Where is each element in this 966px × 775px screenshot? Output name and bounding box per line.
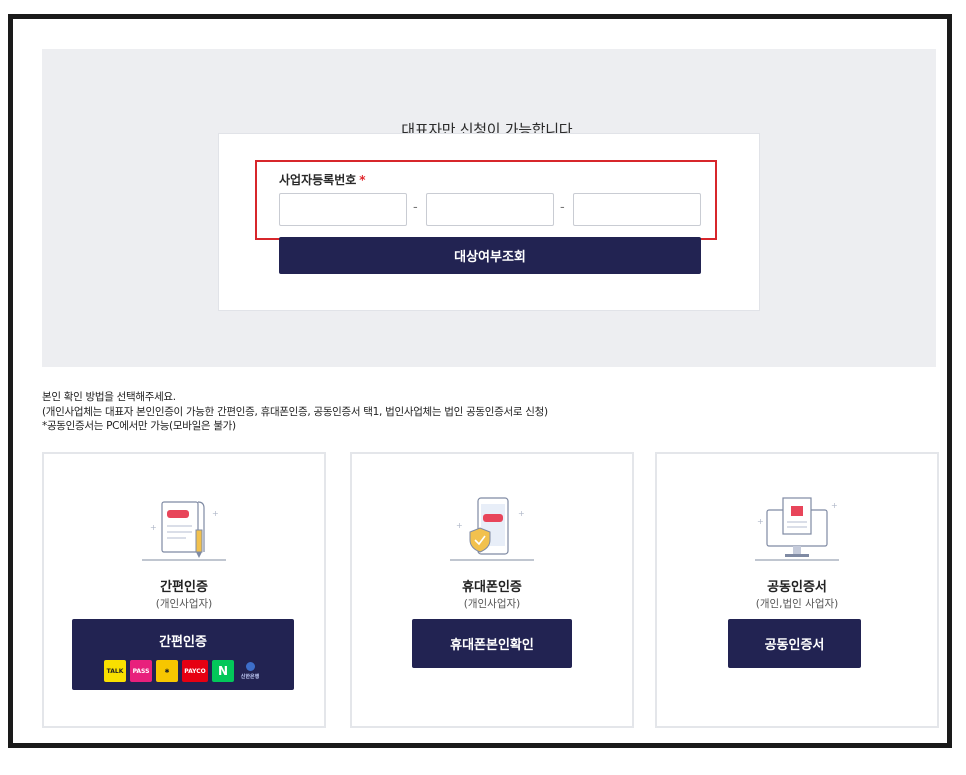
business-number-input-3[interactable] [573, 193, 701, 226]
naver-icon: N [212, 660, 234, 682]
certificate-auth-title: 공동인증서 [767, 580, 827, 595]
phone-shield-icon: + + [450, 497, 534, 561]
shinhan-icon: 신한은행 [238, 660, 262, 682]
instruction-line-2: (개인사업체는 대표자 본인인증이 가능한 간편인증, 휴대폰인증, 공동인증서… [42, 405, 548, 418]
instruction-line-1: 본인 확인 방법을 선택해주세요. [42, 391, 176, 403]
business-number-card: 사업자등록번호 * - - 대상여부조회 [218, 133, 760, 311]
simple-auth-subtitle: (개인사업자) [155, 598, 213, 610]
business-number-input-1[interactable] [279, 193, 407, 226]
certificate-auth-subtitle: (개인,법인 사업자) [755, 598, 839, 610]
simple-auth-card: + + 간편인증 (개인사업자) 간편인증 TALK PASS ✱ PAYCO … [42, 452, 326, 728]
instruction-line-3: *공동인증서는 PC에서만 가능(모바일은 불가) [42, 420, 236, 432]
business-number-input-2[interactable] [426, 193, 554, 226]
certificate-auth-card: + + 공동인증서 (개인,법인 사업자) 공동인증서 [655, 452, 939, 728]
separator-2: - [560, 200, 565, 215]
simple-auth-title: 간편인증 [160, 580, 208, 595]
svg-text:+: + [456, 521, 463, 530]
page-frame: 대표자만 신청이 가능합니다. 사업자등록번호 * - - 대상여부조회 본인 확… [8, 14, 952, 748]
phone-auth-card: + + 휴대폰인증 (개인사업자) 휴대폰본인확인 [350, 452, 634, 728]
separator-1: - [413, 200, 418, 215]
kakao-icon: TALK [104, 660, 126, 682]
payco-icon: PAYCO [182, 660, 208, 682]
document-pen-icon: + + [142, 501, 226, 561]
svg-text:+: + [518, 509, 525, 518]
payco-alt-icon: ✱ [156, 660, 178, 682]
svg-text:+: + [212, 509, 219, 518]
business-number-panel: 대표자만 신청이 가능합니다. 사업자등록번호 * - - 대상여부조회 [42, 49, 936, 367]
phone-auth-button[interactable]: 휴대폰본인확인 [412, 619, 572, 668]
shinhan-label: 신한은행 [240, 674, 260, 680]
phone-auth-subtitle: (개인사업자) [463, 598, 521, 610]
certificate-auth-button[interactable]: 공동인증서 [728, 619, 861, 668]
phone-auth-title: 휴대폰인증 [462, 580, 522, 595]
svg-text:+: + [831, 501, 838, 510]
svg-text:+: + [757, 517, 764, 526]
eligibility-lookup-button[interactable]: 대상여부조회 [279, 237, 701, 274]
certificate-monitor-icon: + + [755, 497, 839, 561]
pass-icon: PASS [130, 660, 152, 682]
verification-instructions: 본인 확인 방법을 선택해주세요. (개인사업체는 대표자 본인인증이 가능한 … [42, 390, 548, 434]
simple-auth-button[interactable]: 간편인증 TALK PASS ✱ PAYCO N 신한은행 [72, 619, 294, 690]
svg-text:+: + [150, 523, 157, 532]
business-number-label: 사업자등록번호 * [279, 171, 366, 188]
business-number-label-text: 사업자등록번호 [279, 173, 357, 187]
shinhan-logo-mark [245, 662, 255, 671]
provider-logos: TALK PASS ✱ PAYCO N 신한은행 [104, 660, 262, 682]
simple-auth-button-label: 간편인증 [159, 635, 207, 650]
required-mark: * [359, 173, 366, 187]
